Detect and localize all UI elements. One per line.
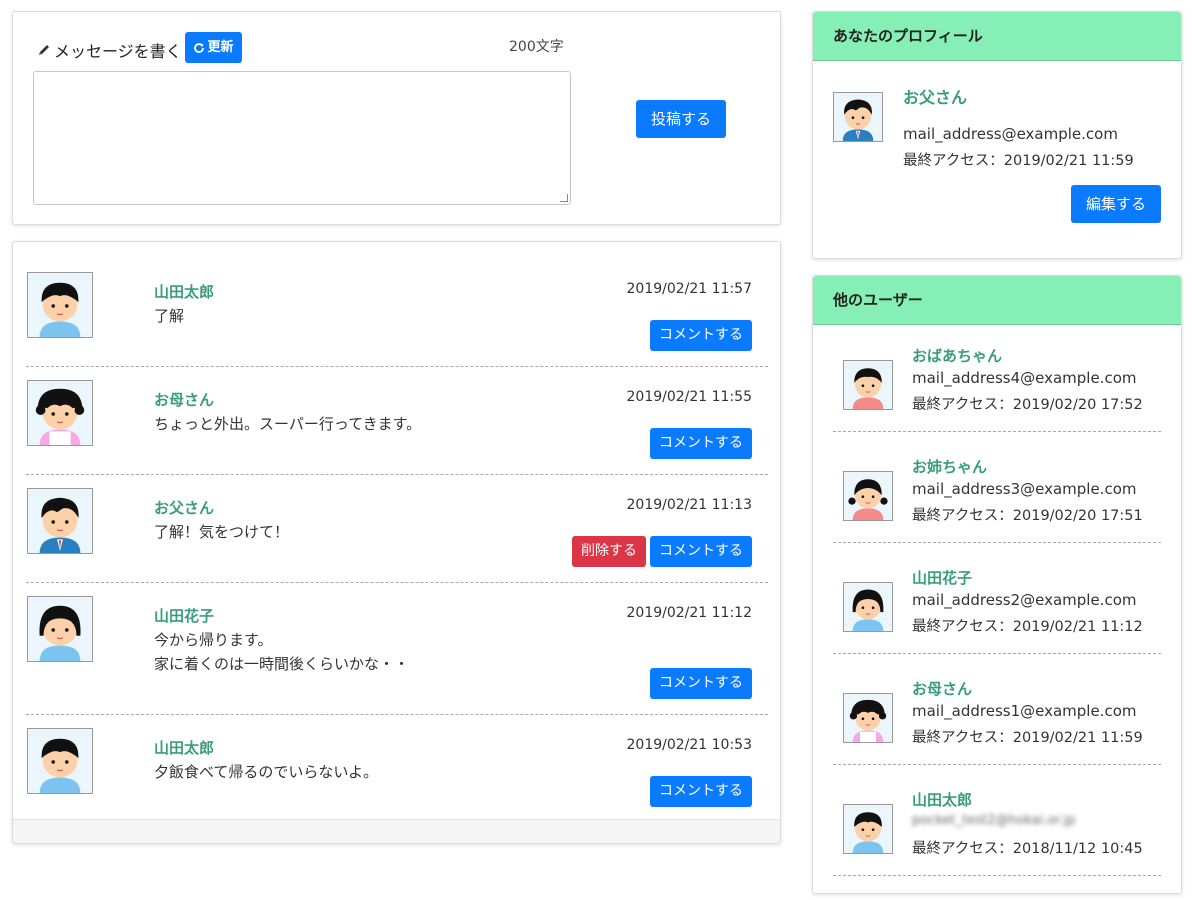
feed-timestamp: 2019/02/21 11:12: [626, 605, 753, 621]
user-last-access: 最終アクセス：2019/02/21 11:12: [912, 619, 1143, 635]
feed-timestamp: 2019/02/21 11:57: [626, 281, 753, 297]
feed-item: 山田太郎 2019/02/21 11:57 了解コメントする: [26, 259, 768, 367]
comment-button[interactable]: コメントする: [650, 320, 752, 351]
feed-item: 山田花子 2019/02/21 11:12 今から帰ります。 家に着くのは一時間後く…: [26, 583, 768, 715]
char-count: 200文字: [509, 39, 564, 55]
avatar: [27, 488, 93, 554]
refresh-button[interactable]: 更新: [185, 32, 242, 63]
user-last-access: 最終アクセス：2018/11/12 10:45: [912, 841, 1143, 857]
user-email: mail_address3@example.com: [912, 480, 1137, 498]
feed-author: お父さん: [154, 499, 215, 517]
message-feed: 山田太郎 2019/02/21 11:57 了解 コメントする お母さん 2019/02/…: [12, 241, 781, 844]
avatar: [843, 804, 893, 854]
feed-author: 山田太郎: [154, 739, 215, 757]
avatar: [27, 596, 93, 662]
comment-button[interactable]: コメントする: [650, 536, 752, 567]
feed-timestamp: 2019/02/21 11:13: [626, 497, 753, 513]
avatar: [27, 380, 93, 446]
profile-card: あなたのプロフィール お父さん mail_address@example.com…: [812, 11, 1182, 259]
user-list-item[interactable]: お姉ちゃん mail_address3@example.com 最終アクセス：201…: [833, 432, 1161, 543]
message-textarea[interactable]: [33, 71, 571, 205]
compose-label-text: メッセージを書く: [54, 42, 182, 61]
feed-item: お母さん 2019/02/21 11:55 ちょっと外出。スーパー行ってきます。コメ…: [26, 367, 768, 475]
avatar: [843, 471, 893, 521]
feed-message: 了解！気をつけて！: [154, 523, 290, 541]
user-email: pocket_test2@hokai.or.jp: [912, 813, 1076, 828]
feed-author: 山田太郎: [154, 283, 215, 301]
profile-header: あなたのプロフィール: [813, 12, 1181, 61]
comment-button[interactable]: コメントする: [650, 428, 752, 459]
resize-grip-icon[interactable]: [560, 194, 568, 202]
feed-item: お父さん 2019/02/21 11:13 了解！気をつけて！ 削除する コメントする: [26, 475, 768, 583]
other-users-header: 他のユーザー: [813, 276, 1181, 325]
profile-last-access: 最終アクセス：2019/02/21 11:59: [903, 153, 1134, 169]
user-list-item[interactable]: おばあちゃん mail_address4@example.com 最終アクセス：20…: [833, 321, 1161, 432]
profile-name: お父さん: [903, 88, 968, 107]
user-list-item[interactable]: 山田太郎 pocket_test2@hokai.or.jp 最終アクセス：2018/…: [833, 765, 1161, 876]
user-name[interactable]: おばあちゃん: [912, 345, 1002, 366]
compose-card: メッセージを書く 更新 200文字 投稿する: [12, 11, 781, 225]
user-email: mail_address2@example.com: [912, 591, 1137, 609]
user-last-access: 最終アクセス：2019/02/20 17:51: [912, 508, 1143, 524]
user-name[interactable]: 山田太郎: [912, 789, 972, 810]
user-list-item[interactable]: お母さん mail_address1@example.com 最終アクセス：2019…: [833, 654, 1161, 765]
feed-footer: [13, 819, 780, 843]
avatar: [27, 272, 93, 338]
user-last-access: 最終アクセス：2019/02/21 11:59: [912, 730, 1143, 746]
user-email: mail_address1@example.com: [912, 702, 1137, 720]
post-button[interactable]: 投稿する: [636, 100, 726, 138]
feed-author: お母さん: [154, 391, 215, 409]
user-name[interactable]: 山田花子: [912, 567, 972, 588]
avatar: [833, 92, 883, 142]
refresh-label: 更新: [207, 40, 234, 55]
pencil-icon: [37, 43, 51, 57]
avatar: [843, 360, 893, 410]
feed-item: 山田太郎 2019/02/21 10:53 夕飯食べて帰るのでいらないよ。コメントす…: [26, 715, 768, 823]
feed-message: ちょっと外出。スーパー行ってきます。: [154, 415, 422, 433]
user-name[interactable]: お姉ちゃん: [912, 456, 987, 477]
user-name[interactable]: お母さん: [912, 678, 972, 699]
avatar: [843, 693, 893, 743]
feed-timestamp: 2019/02/21 11:55: [626, 389, 753, 405]
avatar: [843, 582, 893, 632]
comment-button[interactable]: コメントする: [650, 776, 752, 807]
user-list-item[interactable]: 山田花子 mail_address2@example.com 最終アクセス：2019…: [833, 543, 1161, 654]
compose-label: メッセージを書く: [37, 38, 182, 62]
feed-message: 了解: [154, 307, 185, 325]
user-email: mail_address4@example.com: [912, 369, 1137, 387]
feed-timestamp: 2019/02/21 10:53: [626, 737, 753, 753]
refresh-icon: [193, 42, 205, 54]
feed-message: 夕飯食べて帰るのでいらないよ。: [154, 763, 379, 781]
delete-button[interactable]: 削除する: [572, 536, 646, 567]
feed-author: 山田花子: [154, 607, 215, 625]
avatar: [27, 728, 93, 794]
comment-button[interactable]: コメントする: [650, 668, 752, 699]
feed-message: 今から帰ります。 家に着くのは一時間後くらいかな・・: [154, 631, 410, 673]
edit-profile-button[interactable]: 編集する: [1071, 185, 1161, 223]
user-last-access: 最終アクセス：2019/02/20 17:52: [912, 397, 1143, 413]
profile-email: mail_address@example.com: [903, 125, 1118, 143]
other-users-card: 他のユーザー おばあちゃん mail_address4@example.com 最終…: [812, 275, 1182, 894]
